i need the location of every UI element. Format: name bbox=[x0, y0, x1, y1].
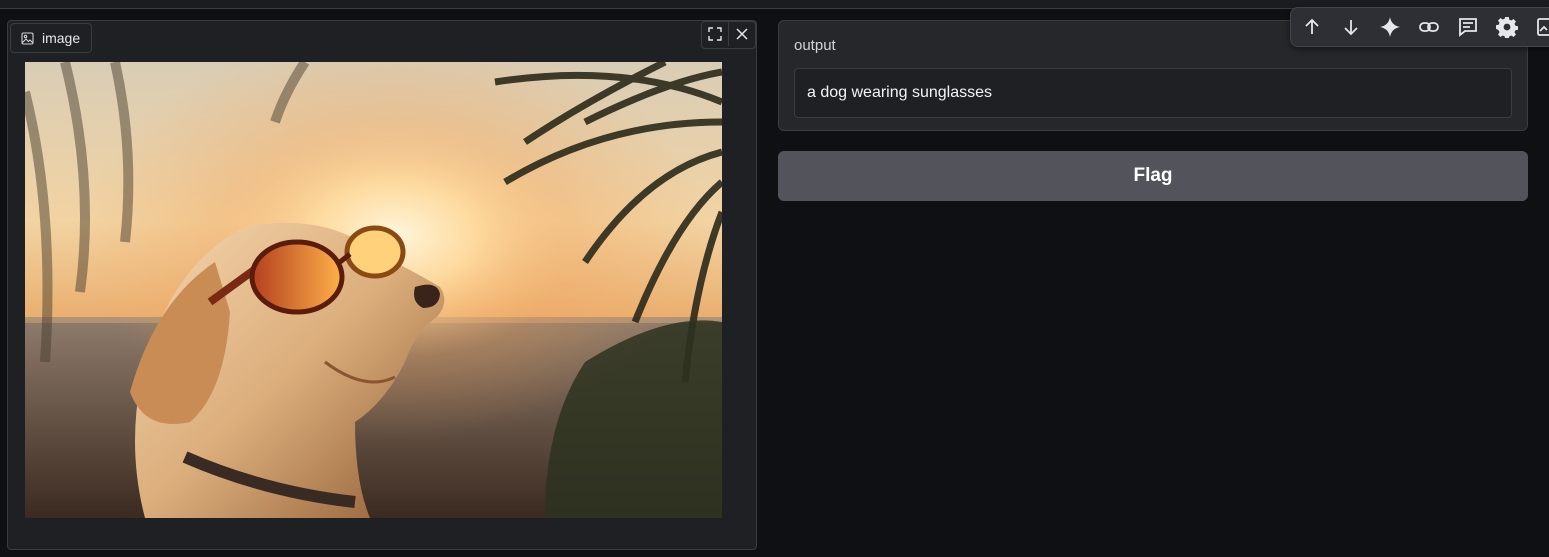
link-icon[interactable] bbox=[1416, 13, 1443, 41]
fullscreen-icon[interactable] bbox=[702, 22, 728, 46]
comment-icon[interactable] bbox=[1454, 13, 1481, 41]
image-block-label: image bbox=[10, 23, 92, 53]
image-edit-icon[interactable] bbox=[1532, 13, 1549, 41]
image-panel-controls bbox=[701, 21, 756, 49]
image-preview bbox=[25, 62, 722, 518]
image-panel: image bbox=[7, 20, 757, 550]
arrow-down-icon[interactable] bbox=[1338, 13, 1365, 41]
output-label: output bbox=[794, 37, 836, 54]
gear-icon[interactable] bbox=[1493, 13, 1520, 41]
sparkle-icon[interactable] bbox=[1377, 13, 1404, 41]
close-icon[interactable] bbox=[728, 22, 755, 46]
image-label-text: image bbox=[42, 30, 81, 46]
flag-button[interactable]: Flag bbox=[778, 151, 1528, 201]
output-textbox[interactable]: a dog wearing sunglasses bbox=[794, 68, 1512, 118]
arrow-up-icon[interactable] bbox=[1299, 13, 1326, 41]
image-icon bbox=[21, 31, 34, 45]
floating-toolbar bbox=[1290, 7, 1549, 47]
